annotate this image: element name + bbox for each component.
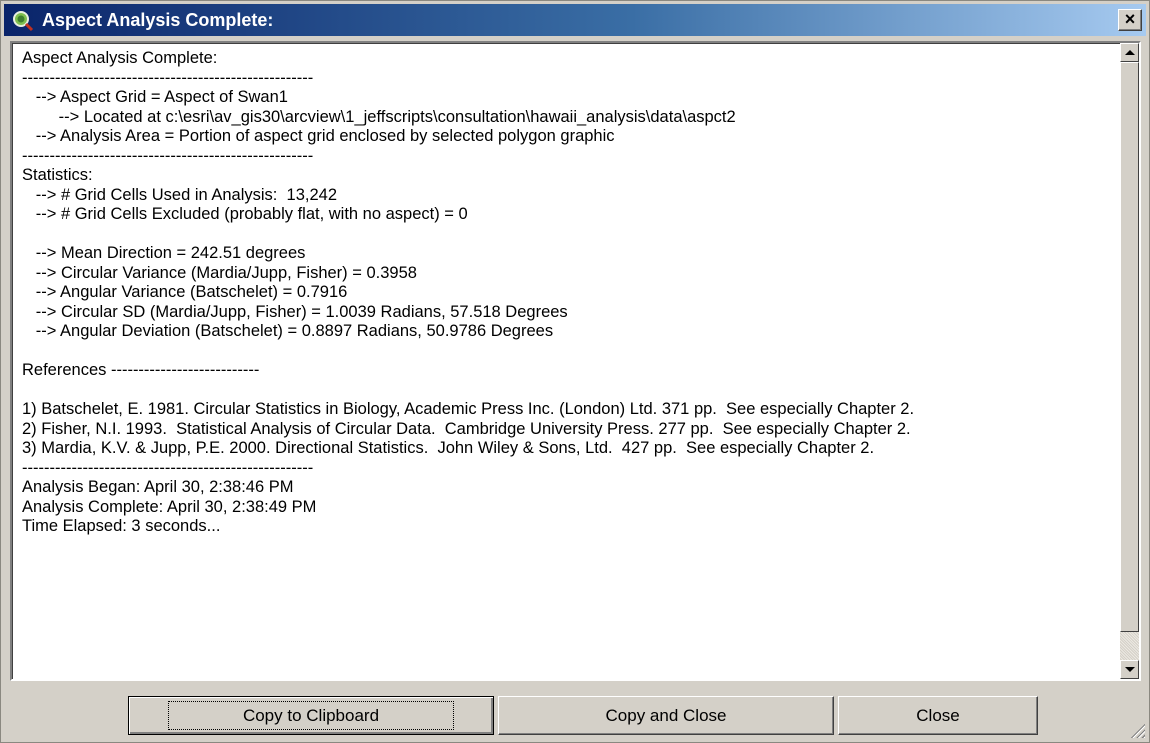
report-line: 3) Mardia, K.V. & Jupp, P.E. 2000. Direc… (22, 439, 875, 457)
report-line: --> Angular Deviation (Batschelet) = 0.8… (22, 322, 554, 340)
close-label: Close (916, 706, 960, 725)
report-line: Analysis Began: April 30, 2:38:46 PM (22, 478, 294, 496)
report-line: 1) Batschelet, E. 1981. Circular Statist… (22, 400, 915, 418)
report-line: Aspect Analysis Complete: (22, 49, 218, 67)
close-button[interactable]: Close (838, 696, 1038, 735)
scroll-down-button[interactable] (1120, 660, 1139, 679)
copy-and-close-button[interactable]: Copy and Close (498, 696, 834, 735)
report-line: ----------------------------------------… (22, 146, 314, 165)
close-icon: × (1124, 9, 1136, 29)
report-line: --> # Grid Cells Excluded (probably flat… (22, 205, 468, 223)
report-line: --> Mean Direction = 242.51 degrees (22, 244, 306, 262)
window-title: Aspect Analysis Complete: (42, 10, 274, 30)
report-line: 2) Fisher, N.I. 1993. Statistical Analys… (22, 419, 911, 438)
copy-and-close-label: Copy and Close (605, 706, 727, 725)
report-text-area[interactable]: Aspect Analysis Complete: ---------------… (10, 41, 1141, 681)
report-line: --> Located at c:\esri\av_gis30\arcview\… (22, 107, 736, 126)
report-line (22, 225, 1112, 245)
arrow-down-icon (1125, 667, 1135, 672)
report-line: --> Angular Variance (Batschelet) = 0.79… (22, 283, 348, 301)
report-line: Statistics: (22, 166, 93, 184)
aspect-analysis-dialog: Aspect Analysis Complete: × Aspect Analy… (0, 0, 1150, 743)
report-line: --> Circular Variance (Mardia/Jupp, Fish… (22, 263, 417, 282)
report-line: References --------------------------- (22, 361, 260, 379)
report-line: --> Aspect Grid = Aspect of Swan1 (22, 88, 288, 106)
scroll-thumb[interactable] (1120, 62, 1139, 632)
copy-to-clipboard-label: Copy to Clipboard (167, 701, 455, 730)
globe-magnifier-icon (13, 11, 34, 32)
report-line: ----------------------------------------… (22, 458, 314, 477)
report-line: ----------------------------------------… (22, 68, 314, 87)
report-line (22, 381, 1112, 401)
report-line: Time Elapsed: 3 seconds... (22, 517, 221, 535)
report-line: --> # Grid Cells Used in Analysis: 13,24… (22, 185, 338, 204)
report-line: Analysis Complete: April 30, 2:38:49 PM (22, 497, 317, 516)
report-content: Aspect Analysis Complete: ---------------… (22, 49, 1112, 537)
arrow-up-icon (1125, 50, 1135, 55)
vertical-scrollbar[interactable] (1120, 43, 1139, 679)
report-line: --> Circular SD (Mardia/Jupp, Fisher) = … (22, 302, 568, 321)
title-bar[interactable]: Aspect Analysis Complete: × (4, 4, 1146, 36)
scroll-up-button[interactable] (1120, 43, 1139, 62)
close-window-button[interactable]: × (1118, 9, 1142, 31)
copy-to-clipboard-button[interactable]: Copy to Clipboard (128, 696, 494, 735)
report-line: --> Analysis Area = Portion of aspect gr… (22, 127, 615, 145)
report-line (22, 342, 1112, 362)
resize-grip[interactable] (1129, 722, 1145, 738)
